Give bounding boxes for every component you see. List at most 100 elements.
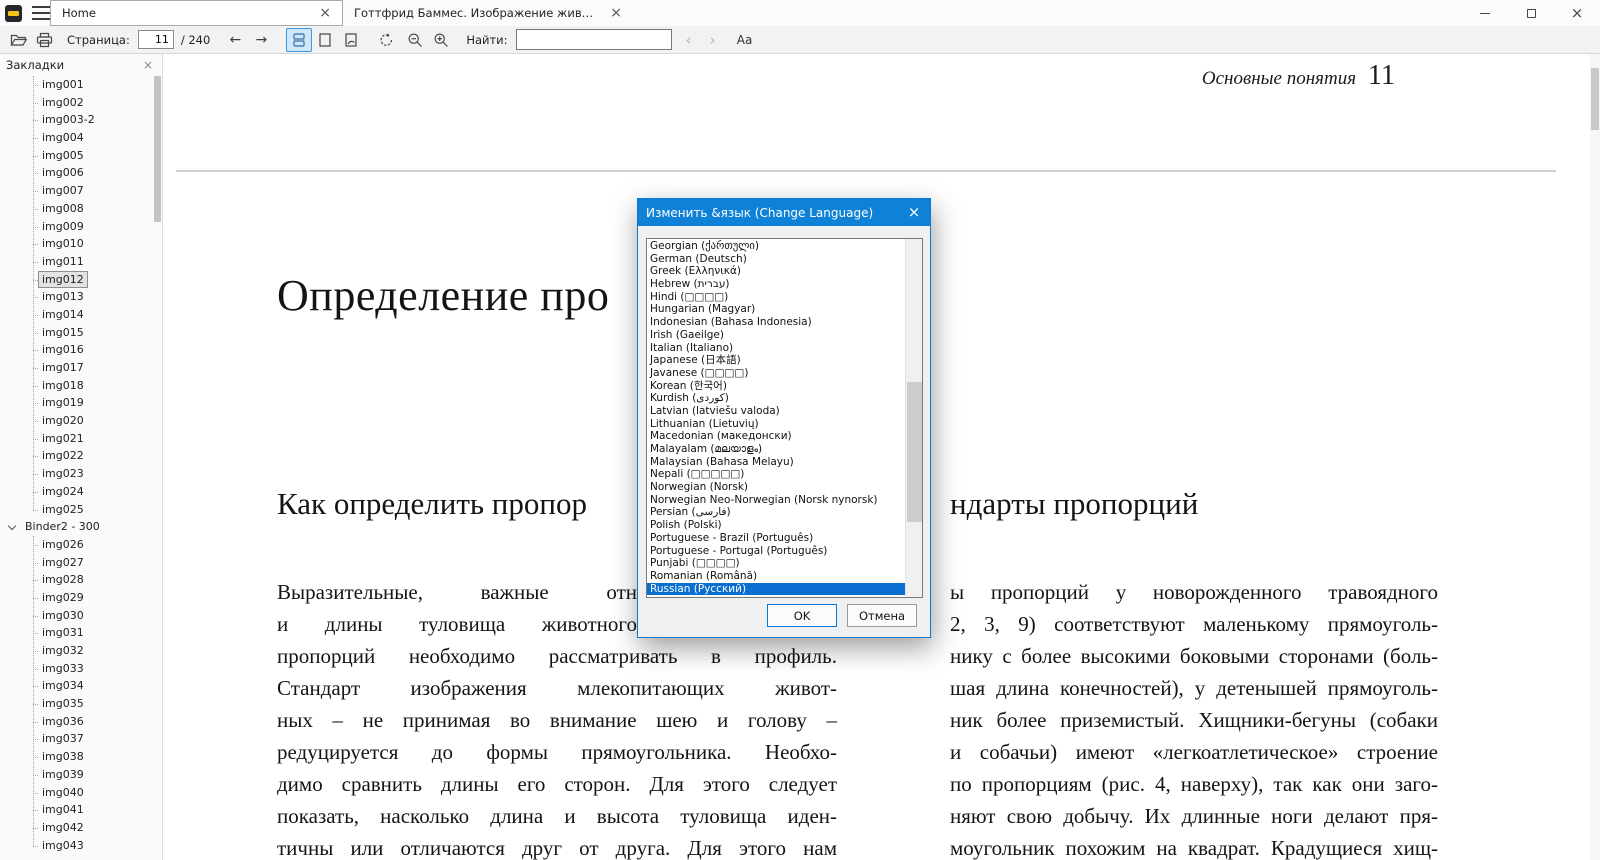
language-option[interactable]: Norwegian Neo-Norwegian (Norsk nynorsk) (647, 494, 905, 507)
language-option[interactable]: Norwegian (Norsk) (647, 481, 905, 494)
open-file-button[interactable] (5, 28, 31, 52)
document-scrollbar[interactable] (1590, 54, 1600, 860)
bookmark-item[interactable]: img007 (0, 182, 153, 200)
rotate-button[interactable] (373, 28, 399, 52)
language-option[interactable]: Macedonian (македонски) (647, 430, 905, 443)
language-option[interactable]: Lithuanian (Lietuvių) (647, 418, 905, 431)
language-option[interactable]: Kurdish (كوردی) (647, 392, 905, 405)
bookmark-item[interactable]: img010 (0, 235, 153, 253)
language-option[interactable]: Japanese (日本語) (647, 354, 905, 367)
bookmark-item[interactable]: img003-2 (0, 111, 153, 129)
zoom-out-button[interactable] (402, 28, 428, 52)
bookmark-item[interactable]: img021 (0, 430, 153, 448)
bookmark-item[interactable]: img022 (0, 447, 153, 465)
bookmark-item[interactable]: img016 (0, 341, 153, 359)
minimize-button[interactable] (1462, 0, 1508, 26)
language-option[interactable]: Portuguese - Brazil (Português) (647, 532, 905, 545)
bookmark-item[interactable]: img004 (0, 129, 153, 147)
bookmark-binder[interactable]: Binder2 - 300 (0, 518, 153, 536)
bookmark-item[interactable]: img024 (0, 483, 153, 501)
language-option[interactable]: Romanian (Română) (647, 570, 905, 583)
zoom-in-button[interactable] (428, 28, 454, 52)
bookmark-item[interactable]: img012 (0, 270, 153, 289)
close-button[interactable]: × (1554, 0, 1600, 26)
find-input[interactable] (515, 29, 672, 50)
bookmark-item[interactable]: img042 (0, 819, 153, 837)
tab-home[interactable]: Home × (50, 0, 343, 26)
continuous-view-button[interactable] (286, 27, 313, 52)
language-option[interactable]: Irish (Gaeilge) (647, 329, 905, 342)
bookmark-item[interactable]: img031 (0, 624, 153, 642)
scrollbar-thumb[interactable] (1591, 68, 1599, 130)
find-prev-button[interactable]: ‹ (680, 28, 698, 52)
bookmark-item[interactable]: img009 (0, 218, 153, 236)
sidebar-scrollbar[interactable] (154, 76, 161, 222)
dialog-titlebar[interactable]: Изменить &язык (Change Language) × (638, 199, 930, 226)
language-list-scrollbar[interactable] (905, 239, 922, 597)
bookmark-item[interactable]: img043 (0, 837, 153, 855)
language-option[interactable]: Indonesian (Bahasa Indonesia) (647, 316, 905, 329)
back-button[interactable]: ← (222, 28, 248, 52)
bookmark-item[interactable]: img015 (0, 324, 153, 342)
bookmark-item[interactable]: img040 (0, 784, 153, 802)
bookmark-item[interactable]: img028 (0, 571, 153, 589)
bookmark-item[interactable]: img018 (0, 377, 153, 395)
tab-close-icon[interactable]: × (607, 5, 625, 21)
bookmark-item[interactable]: img019 (0, 394, 153, 412)
language-option[interactable]: Javanese (□□□□) (647, 367, 905, 380)
bookmark-item[interactable]: img039 (0, 766, 153, 784)
language-option[interactable]: Greek (Ελληνικά) (647, 265, 905, 278)
menu-icon[interactable] (32, 6, 50, 20)
tab-close-icon[interactable]: × (316, 5, 334, 21)
bookmark-item[interactable]: img001 (0, 76, 153, 94)
bookmark-item[interactable]: img037 (0, 730, 153, 748)
ok-button[interactable]: OK (767, 604, 837, 627)
book-view-button[interactable] (338, 28, 364, 52)
language-option[interactable]: Korean (한국어) (647, 380, 905, 393)
language-option[interactable]: Italian (Italiano) (647, 342, 905, 355)
bookmark-item[interactable]: img032 (0, 642, 153, 660)
bookmark-item[interactable]: img041 (0, 801, 153, 819)
match-case-button[interactable]: Aa (732, 28, 758, 52)
language-option[interactable]: Latvian (latviešu valoda) (647, 405, 905, 418)
bookmark-item[interactable]: img006 (0, 164, 153, 182)
forward-button[interactable]: → (248, 28, 274, 52)
language-option[interactable]: Georgian (ქართული) (647, 240, 905, 253)
bookmark-item[interactable]: img027 (0, 554, 153, 572)
scrollbar-thumb[interactable] (907, 382, 922, 522)
bookmark-item[interactable]: img017 (0, 359, 153, 377)
bookmark-item[interactable]: img005 (0, 147, 153, 165)
maximize-button[interactable] (1508, 0, 1554, 26)
bookmark-item[interactable]: img014 (0, 306, 153, 324)
bookmark-item[interactable]: img025 (0, 501, 153, 519)
bookmark-item[interactable]: img029 (0, 589, 153, 607)
print-button[interactable] (31, 28, 57, 52)
bookmark-item[interactable]: img008 (0, 200, 153, 218)
dialog-close-icon[interactable]: × (898, 199, 930, 226)
language-option[interactable]: Russian (Русский) (647, 582, 905, 596)
language-option[interactable]: Polish (Polski) (647, 519, 905, 532)
language-option[interactable]: German (Deutsch) (647, 253, 905, 266)
bookmark-item[interactable]: img011 (0, 253, 153, 271)
bookmark-item[interactable]: img026 (0, 536, 153, 554)
bookmark-item[interactable]: img030 (0, 607, 153, 625)
language-option[interactable]: Malaysian (Bahasa Melayu) (647, 456, 905, 469)
tab-document[interactable]: Готтфрид Баммес. Изображение животных (2… (343, 0, 633, 26)
bookmark-item[interactable]: img038 (0, 748, 153, 766)
single-page-view-button[interactable] (312, 28, 338, 52)
bookmark-item[interactable]: img034 (0, 677, 153, 695)
bookmark-item[interactable]: img035 (0, 695, 153, 713)
language-option[interactable]: Portuguese - Portugal (Português) (647, 545, 905, 558)
bookmarks-close-icon[interactable]: × (140, 58, 156, 72)
app-logo-icon[interactable] (5, 4, 22, 22)
bookmark-item[interactable]: img036 (0, 713, 153, 731)
page-input[interactable] (137, 30, 174, 49)
language-option[interactable]: Hungarian (Magyar) (647, 303, 905, 316)
bookmark-item[interactable]: img013 (0, 288, 153, 306)
language-option[interactable]: Nepali (□□□□□) (647, 468, 905, 481)
language-option[interactable]: Hindi (□□□□) (647, 291, 905, 304)
find-next-button[interactable]: › (704, 28, 722, 52)
bookmark-item[interactable]: img033 (0, 660, 153, 678)
cancel-button[interactable]: Отмена (847, 604, 917, 627)
language-option[interactable]: Persian (فارسی) (647, 506, 905, 519)
